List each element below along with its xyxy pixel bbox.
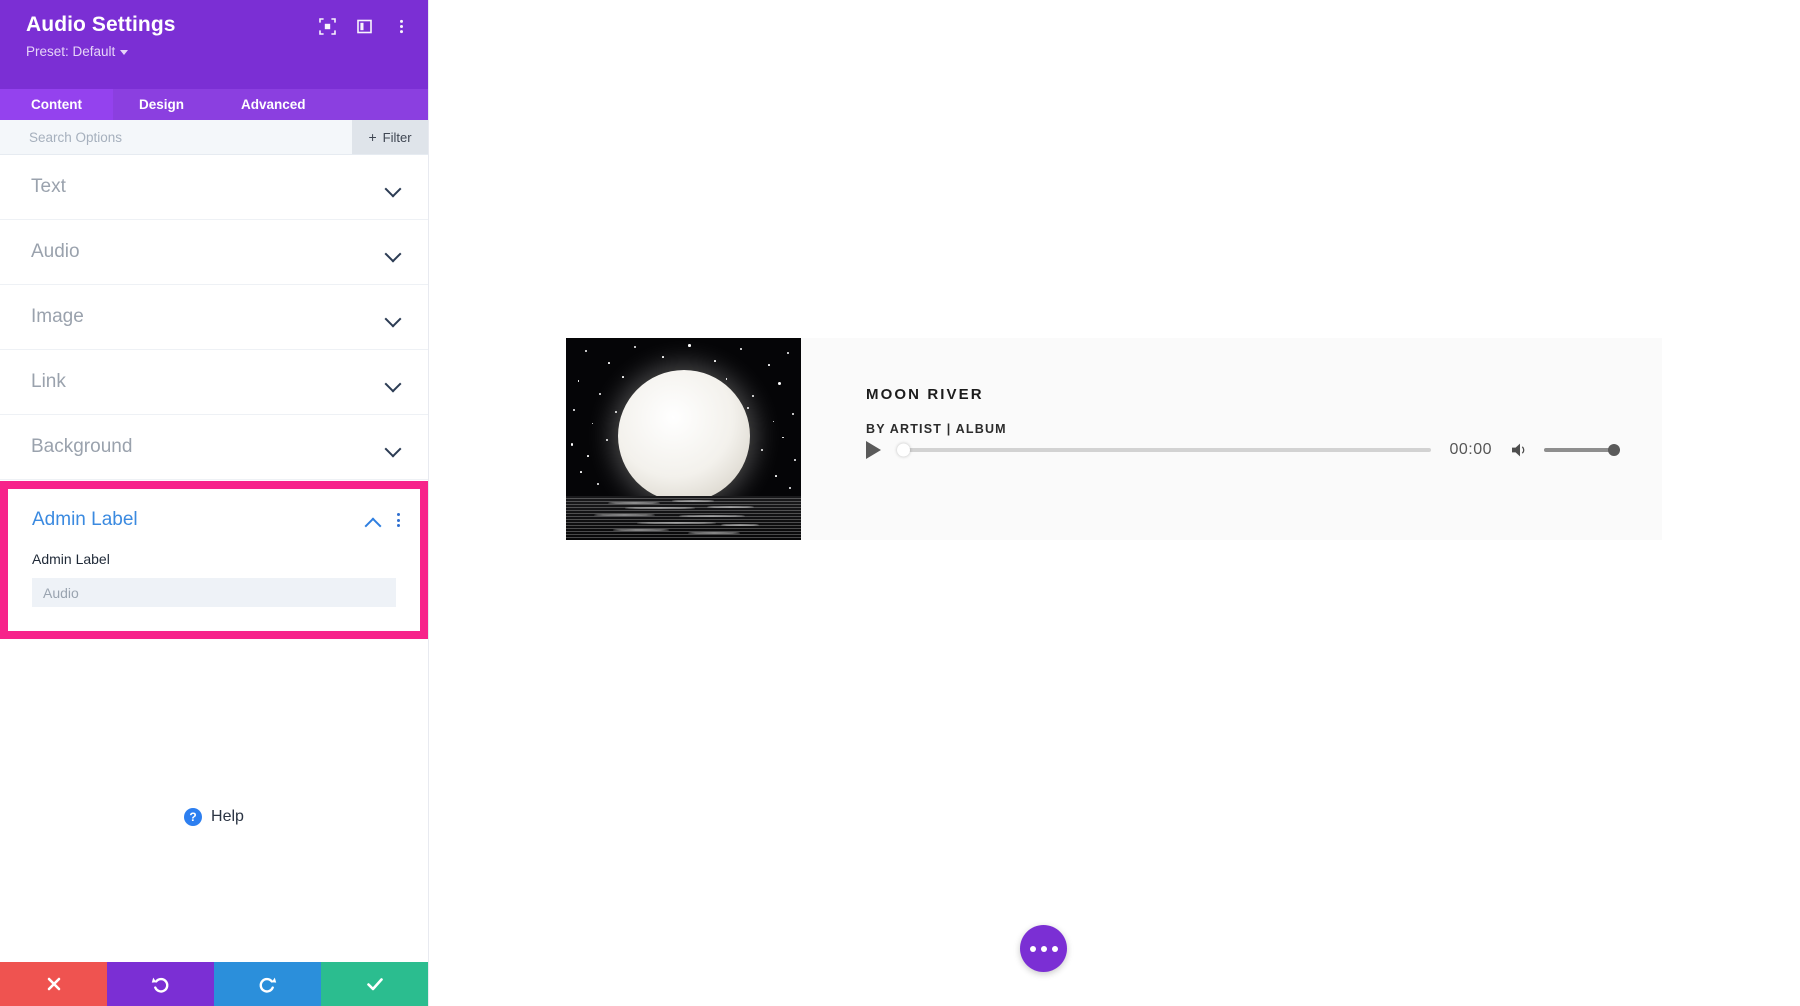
kebab-menu-icon[interactable] (393, 18, 410, 35)
water-reflection (566, 496, 801, 540)
redo-icon (257, 974, 278, 995)
chevron-down-icon (386, 248, 401, 257)
admin-label-field-label: Admin Label (32, 551, 396, 567)
help-icon: ? (184, 808, 202, 826)
chevron-up-icon[interactable] (366, 516, 381, 525)
track-info: MOON RIVER BY ARTIST | ALBUM 00:00 (801, 338, 1662, 540)
help-label: Help (211, 808, 244, 826)
progress-handle[interactable] (897, 444, 910, 457)
divi-builder-screen: Audio Settings (0, 0, 1800, 1006)
help-link[interactable]: ? Help (184, 672, 244, 962)
module-settings-panel: Audio Settings (0, 0, 429, 1006)
section-text[interactable]: Text (0, 155, 428, 220)
filter-button[interactable]: + Filter (352, 120, 428, 154)
section-label: Audio (31, 241, 80, 263)
admin-label-section-highlight: Admin Label Admin Label (0, 481, 428, 639)
section-label: Image (31, 306, 84, 328)
close-icon (44, 974, 64, 994)
section-background[interactable]: Background (0, 415, 428, 480)
focus-target-icon[interactable] (319, 18, 336, 35)
checkmark-icon (364, 973, 386, 995)
audio-player-controls: 00:00 (866, 441, 1620, 459)
plus-icon: + (368, 130, 376, 144)
redo-button[interactable] (214, 962, 321, 1006)
settings-tabs: Content Design Advanced (0, 89, 428, 120)
panel-action-bar (0, 962, 428, 1006)
search-input[interactable] (0, 120, 352, 154)
chevron-down-icon (386, 443, 401, 452)
undo-button[interactable] (107, 962, 214, 1006)
section-link[interactable]: Link (0, 350, 428, 415)
settings-sections: Text Audio Image Link Background (0, 155, 428, 480)
section-label: Link (31, 371, 66, 393)
volume-speaker-icon[interactable] (1510, 441, 1530, 459)
panel-header-icons (319, 12, 410, 35)
save-button[interactable] (321, 962, 428, 1006)
tab-design[interactable]: Design (113, 89, 210, 120)
chevron-down-icon (386, 313, 401, 322)
preset-selector[interactable]: Preset: Default (26, 44, 128, 59)
discard-button[interactable] (0, 962, 107, 1006)
help-area: ? Help (0, 639, 428, 962)
progress-track (903, 448, 1431, 452)
search-row: + Filter (0, 120, 428, 155)
admin-label-input[interactable] (32, 578, 396, 607)
chevron-down-icon (386, 378, 401, 387)
current-time: 00:00 (1449, 441, 1492, 459)
panel-header: Audio Settings (0, 0, 428, 89)
preset-label: Preset: Default (26, 44, 115, 59)
volume-handle[interactable] (1608, 444, 1620, 456)
admin-label-body: Admin Label (8, 551, 420, 631)
moon-graphic (618, 370, 750, 502)
progress-slider[interactable] (897, 443, 1431, 457)
track-subtitle: BY ARTIST | ALBUM (866, 422, 1662, 436)
section-admin-label[interactable]: Admin Label (8, 489, 420, 551)
album-art (566, 338, 801, 540)
audio-module[interactable]: MOON RIVER BY ARTIST | ALBUM 00:00 (566, 338, 1662, 540)
section-label: Background (31, 436, 132, 458)
page-settings-fab[interactable] (1020, 925, 1067, 972)
section-label: Text (31, 176, 66, 198)
tab-content[interactable]: Content (0, 89, 113, 120)
page-canvas: MOON RIVER BY ARTIST | ALBUM 00:00 (429, 0, 1800, 1006)
kebab-menu-icon[interactable] (395, 511, 402, 529)
section-audio[interactable]: Audio (0, 220, 428, 285)
undo-icon (150, 974, 171, 995)
layout-panel-icon[interactable] (356, 18, 373, 35)
section-image[interactable]: Image (0, 285, 428, 350)
section-label: Admin Label (32, 509, 138, 531)
filter-button-label: Filter (383, 130, 412, 145)
volume-slider[interactable] (1544, 443, 1620, 457)
track-title: MOON RIVER (866, 386, 1662, 403)
chevron-down-icon (386, 183, 401, 192)
chevron-down-icon (120, 50, 128, 55)
play-icon[interactable] (866, 441, 881, 459)
tab-advanced[interactable]: Advanced (210, 89, 428, 120)
panel-title: Audio Settings (26, 12, 176, 38)
